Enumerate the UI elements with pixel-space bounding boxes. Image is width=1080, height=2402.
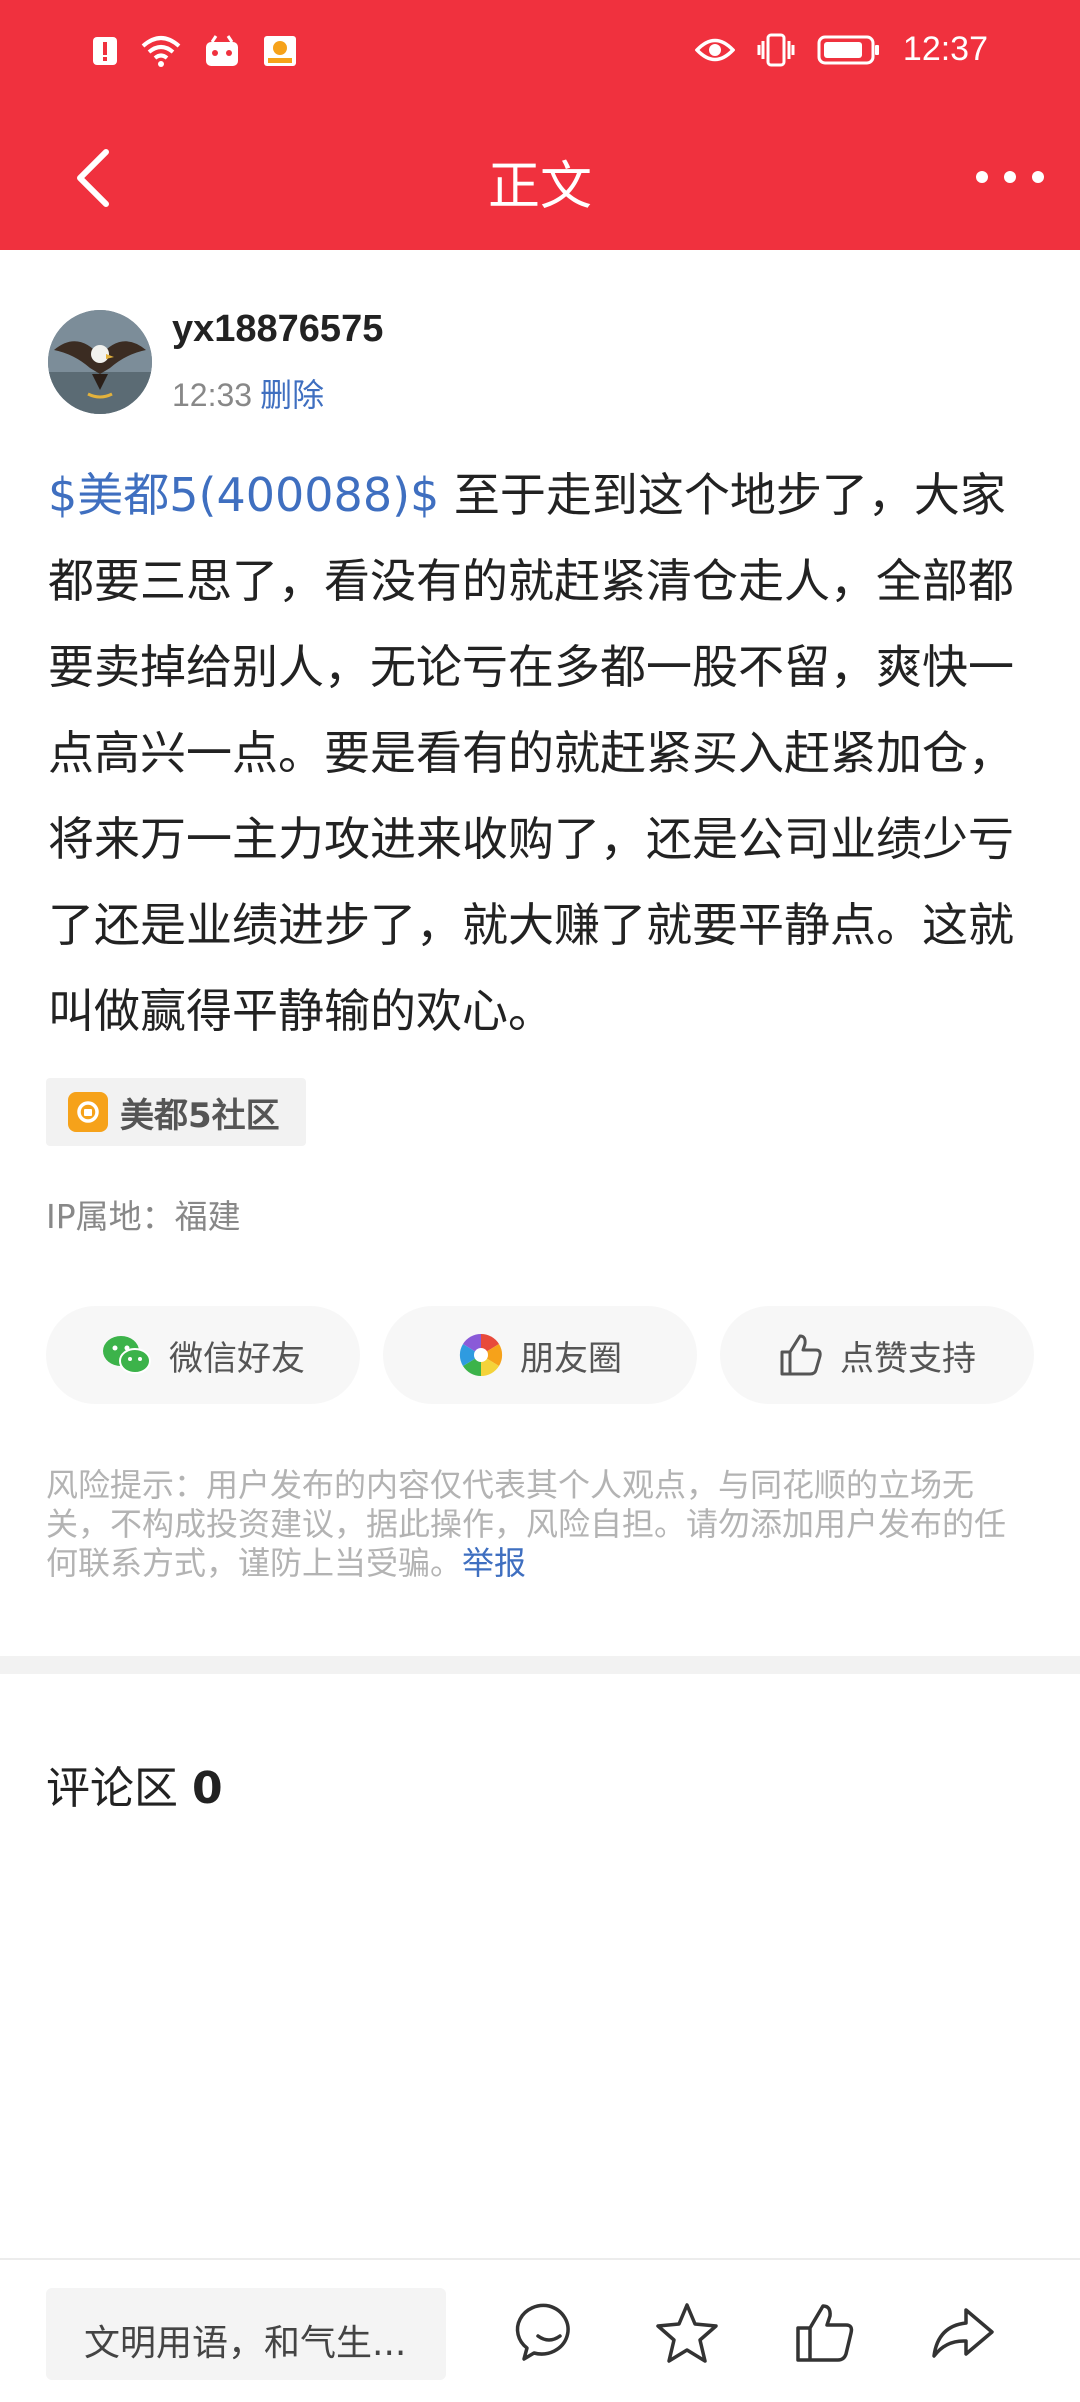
thumbs-up-icon (780, 1334, 822, 1376)
eye-icon (694, 38, 735, 61)
thumbs-up-icon (796, 2304, 854, 2362)
share-wechat-button[interactable]: 微信好友 (46, 1306, 360, 1404)
eagle-avatar-image (48, 310, 152, 414)
section-divider (0, 1656, 1080, 1674)
post-meta: 12:33 删除 (172, 370, 324, 416)
alert-icon (93, 37, 117, 65)
shopping-app-icon (264, 36, 296, 66)
battery-icon (817, 35, 879, 64)
comment-input[interactable]: 文明用语，和气生... (46, 2288, 446, 2380)
post-body: $美都5(400088)$ 至于走到这个地步了，大家都要三思了，看没有的就赶紧清… (48, 452, 1038, 1054)
status-time: 12:37 (902, 30, 988, 68)
ip-location: IP属地：福建 (46, 1197, 241, 1236)
more-dots-icon (976, 171, 1044, 183)
risk-notice: 风险提示：用户发布的内容仅代表其个人观点，与同花顺的立场无关，不构成投资建议，据… (46, 1466, 1036, 1583)
wechat-icon (103, 1336, 151, 1374)
stock-link[interactable]: $美都5(400088)$ (48, 468, 439, 522)
favorite-button[interactable] (650, 2296, 724, 2370)
comment-section-title: 评论区 0 (46, 1752, 223, 1816)
vibrate-icon (757, 33, 795, 66)
comment-section-label: 评论区 (46, 1763, 178, 1814)
more-button[interactable] (968, 152, 1052, 202)
like-button[interactable] (788, 2296, 862, 2370)
comment-count: 0 (192, 1763, 223, 1814)
status-icons-left (92, 34, 298, 68)
comment-button[interactable] (512, 2296, 586, 2370)
star-icon (656, 2303, 718, 2363)
app-notification-icon (206, 35, 238, 66)
share-moments-button[interactable]: 朋友圈 (383, 1306, 697, 1404)
community-tag-label: 美都5社区 (120, 1095, 280, 1136)
community-icon (68, 1092, 108, 1132)
community-tag[interactable]: 美都5社区 (46, 1078, 306, 1146)
like-support-button[interactable]: 点赞支持 (720, 1306, 1034, 1404)
post-text: 至于走到这个地步了，大家都要三思了，看没有的就赶紧清仓走人，全部都要卖掉给别人，… (48, 468, 1014, 1038)
post-time: 12:33 (172, 377, 253, 413)
like-support-label: 点赞支持 (840, 1338, 976, 1379)
comment-bubble-icon (515, 2303, 570, 2361)
moments-icon (459, 1333, 503, 1377)
status-bar: 12:37 (0, 0, 1080, 108)
status-icons-right: 12:37 (694, 30, 988, 69)
author-name[interactable]: yx18876575 (172, 308, 383, 351)
share-button[interactable] (926, 2296, 1000, 2370)
comment-input-placeholder: 文明用语，和气生... (84, 2323, 407, 2364)
wifi-icon (141, 36, 181, 67)
share-wechat-label: 微信好友 (169, 1338, 305, 1379)
delete-link[interactable]: 删除 (260, 377, 324, 413)
share-arrow-icon (932, 2308, 994, 2358)
share-moments-label: 朋友圈 (520, 1338, 622, 1379)
bottom-bar: 文明用语，和气生... (0, 2258, 1080, 2402)
title-bar: 正文 (0, 108, 1080, 250)
report-link[interactable]: 举报 (462, 1544, 526, 1582)
avatar[interactable] (48, 310, 152, 414)
page-title: 正文 (487, 157, 592, 217)
